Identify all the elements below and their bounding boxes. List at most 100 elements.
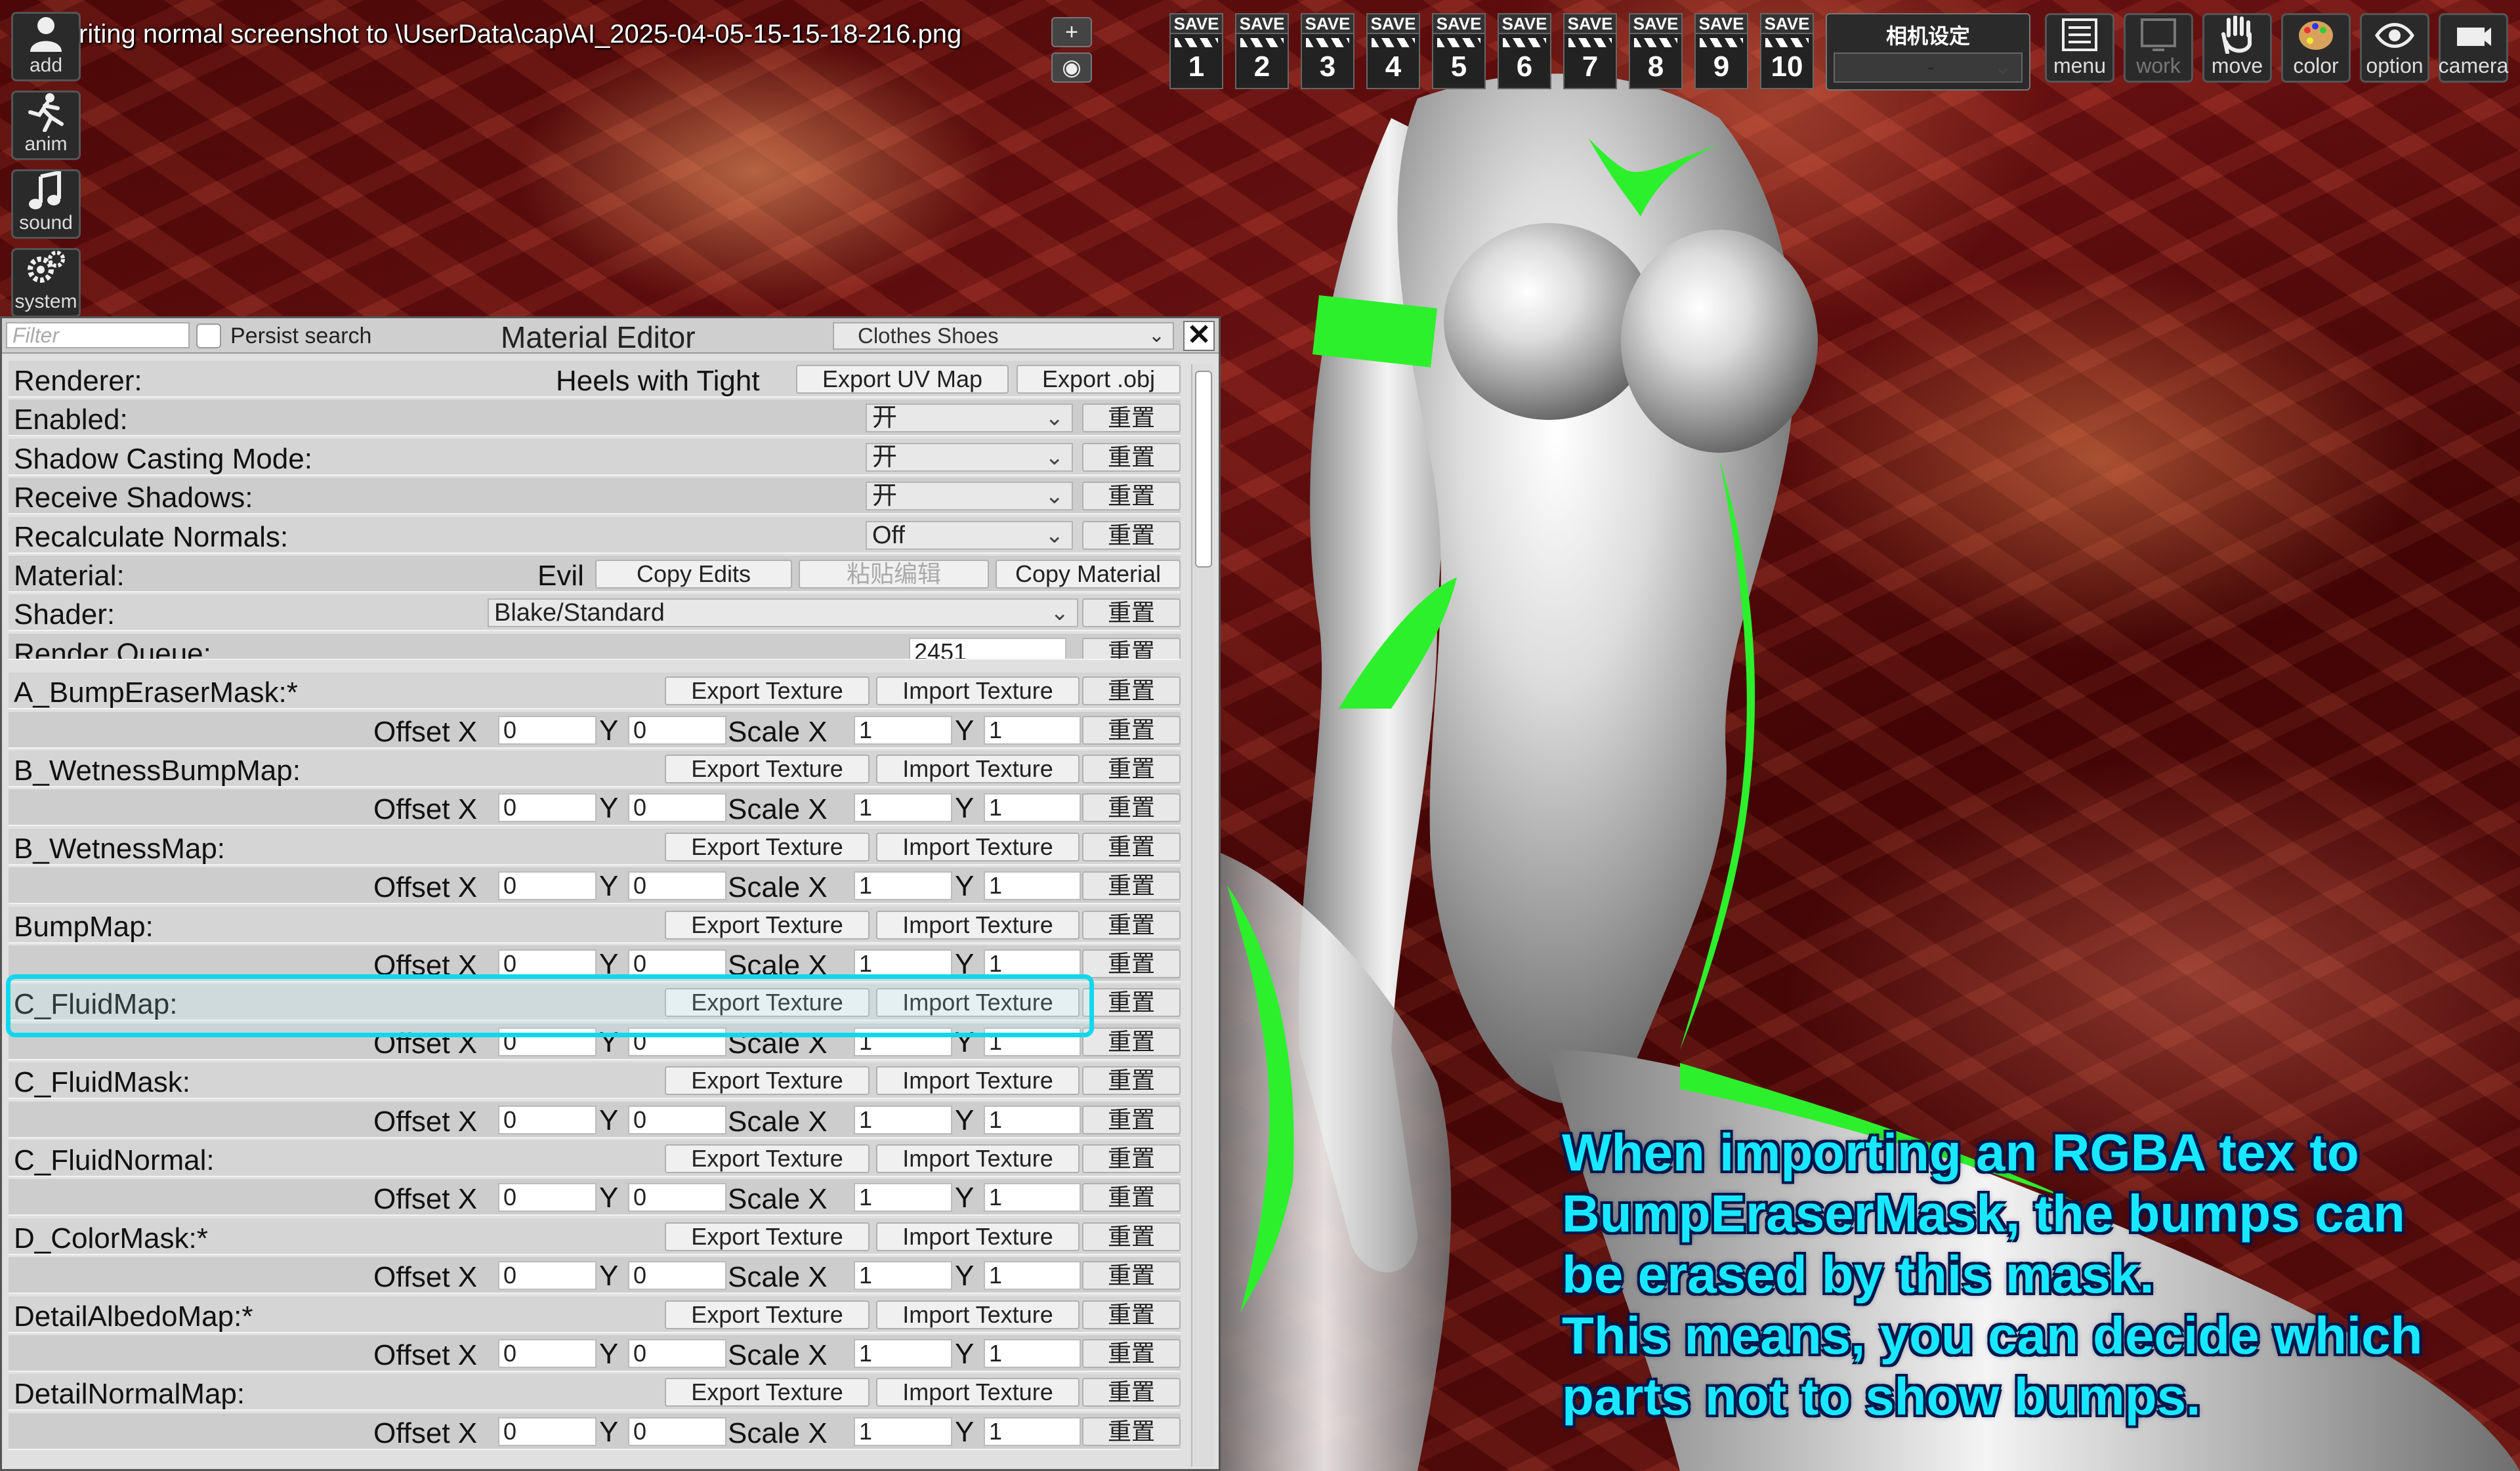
offset-x-input[interactable]: 0: [498, 1261, 597, 1291]
reset-button[interactable]: 重置: [1082, 520, 1181, 550]
scrollbar-thumb[interactable]: [1195, 371, 1212, 568]
reset-button[interactable]: 重置: [1082, 1300, 1181, 1329]
export-texture-button[interactable]: Export Texture: [665, 1222, 870, 1251]
offset-y-input[interactable]: 0: [628, 1417, 726, 1446]
clapperboard-icon[interactable]: 4: [1366, 34, 1420, 89]
save-label[interactable]: SAVE: [1629, 13, 1683, 34]
save-label[interactable]: SAVE: [1498, 13, 1551, 34]
import-texture-button[interactable]: Import Texture: [876, 755, 1080, 783]
system-button[interactable]: system: [11, 248, 81, 318]
offset-y-input[interactable]: 0: [628, 1261, 726, 1291]
import-texture-button[interactable]: Import Texture: [876, 910, 1080, 940]
export-texture-button[interactable]: Export Texture: [665, 676, 870, 706]
reset-button[interactable]: 重置: [1082, 1183, 1181, 1212]
save-slot-4[interactable]: SAVE 4: [1366, 13, 1420, 91]
reset-button[interactable]: 重置: [1082, 832, 1181, 861]
save-label[interactable]: SAVE: [1694, 13, 1748, 34]
reset-button[interactable]: 重置: [1082, 637, 1181, 659]
anim-button[interactable]: anim: [11, 91, 81, 160]
reset-button[interactable]: 重置: [1082, 910, 1181, 940]
save-label[interactable]: SAVE: [1432, 13, 1486, 34]
save-slot-8[interactable]: SAVE 8: [1629, 13, 1683, 91]
scale-y-input[interactable]: 1: [984, 871, 1081, 901]
reset-button[interactable]: 重置: [1082, 404, 1181, 433]
scale-x-input[interactable]: 1: [854, 1339, 952, 1368]
scale-x-input[interactable]: 1: [854, 1261, 952, 1291]
clapperboard-icon[interactable]: 10: [1760, 34, 1814, 89]
reset-button[interactable]: 重置: [1082, 1378, 1181, 1407]
scale-y-input[interactable]: 1: [984, 1417, 1081, 1446]
menu-button[interactable]: menu: [2045, 13, 2114, 83]
reset-button[interactable]: 重置: [1082, 1417, 1181, 1446]
export-texture-button[interactable]: Export Texture: [665, 910, 870, 940]
save-slot-2[interactable]: SAVE 2: [1235, 13, 1289, 91]
reset-button[interactable]: 重置: [1082, 1105, 1181, 1134]
reset-button[interactable]: 重置: [1082, 1066, 1181, 1096]
scale-x-input[interactable]: 1: [854, 1105, 952, 1134]
offset-x-input[interactable]: 0: [498, 1183, 597, 1212]
offset-x-input[interactable]: 0: [498, 871, 597, 901]
offset-y-input[interactable]: 0: [628, 871, 726, 901]
close-button[interactable]: ✕: [1183, 321, 1215, 351]
clapperboard-icon[interactable]: 3: [1301, 34, 1354, 89]
save-label[interactable]: SAVE: [1563, 13, 1617, 34]
scale-y-input[interactable]: 1: [984, 1105, 1081, 1134]
reset-button[interactable]: 重置: [1082, 598, 1181, 628]
import-texture-button[interactable]: Import Texture: [876, 1066, 1080, 1096]
import-texture-button[interactable]: Import Texture: [876, 1222, 1080, 1251]
copy-material-button[interactable]: Copy Material: [996, 560, 1181, 589]
property-select[interactable]: 开 ⌄: [866, 404, 1073, 433]
reset-button[interactable]: 重置: [1082, 482, 1181, 511]
export-texture-button[interactable]: Export Texture: [665, 1378, 870, 1407]
reset-button[interactable]: 重置: [1082, 1027, 1181, 1056]
export-texture-button[interactable]: Export Texture: [665, 755, 870, 783]
save-slot-5[interactable]: SAVE 5: [1432, 13, 1486, 91]
reset-button[interactable]: 重置: [1082, 949, 1181, 978]
clapperboard-icon[interactable]: 9: [1694, 34, 1748, 89]
filter-input[interactable]: Filter: [6, 322, 190, 348]
color-button[interactable]: color: [2281, 13, 2351, 83]
visibility-toggle-button[interactable]: ◉: [1051, 52, 1092, 83]
clapperboard-icon[interactable]: 5: [1432, 34, 1486, 89]
export-uv-map-button[interactable]: Export UV Map: [796, 365, 1009, 394]
offset-x-input[interactable]: 0: [498, 715, 597, 745]
reset-button[interactable]: 重置: [1082, 1261, 1181, 1291]
save-slot-10[interactable]: SAVE 10: [1760, 13, 1814, 91]
property-select[interactable]: Off ⌄: [866, 520, 1073, 550]
save-slot-6[interactable]: SAVE 6: [1498, 13, 1551, 91]
sound-button[interactable]: sound: [11, 169, 81, 239]
camera-button[interactable]: camera: [2439, 13, 2508, 83]
scale-y-input[interactable]: 1: [984, 715, 1081, 745]
offset-y-input[interactable]: 0: [628, 793, 726, 823]
copy-edits-button[interactable]: Copy Edits: [595, 560, 792, 589]
scale-x-input[interactable]: 1: [854, 793, 952, 823]
reset-button[interactable]: 重置: [1082, 871, 1181, 901]
reset-button[interactable]: 重置: [1082, 1144, 1181, 1173]
work-button[interactable]: work: [2124, 13, 2193, 83]
scale-y-input[interactable]: 1: [984, 793, 1081, 823]
import-texture-button[interactable]: Import Texture: [876, 1300, 1080, 1329]
save-label[interactable]: SAVE: [1169, 13, 1223, 34]
reset-button[interactable]: 重置: [1082, 715, 1181, 745]
import-texture-button[interactable]: Import Texture: [876, 1378, 1080, 1407]
object-select[interactable]: Clothes Shoes ⌄: [833, 322, 1174, 350]
option-button[interactable]: option: [2360, 13, 2429, 83]
reset-button[interactable]: 重置: [1082, 1222, 1181, 1251]
scale-y-input[interactable]: 1: [984, 1339, 1081, 1368]
export-obj-button[interactable]: Export .obj: [1017, 365, 1181, 394]
export-texture-button[interactable]: Export Texture: [665, 832, 870, 861]
property-select[interactable]: 开 ⌄: [866, 442, 1073, 472]
offset-y-input[interactable]: 0: [628, 715, 726, 745]
shader-select[interactable]: Blake/Standard ⌄: [488, 598, 1078, 628]
import-texture-button[interactable]: Import Texture: [876, 832, 1080, 861]
export-texture-button[interactable]: Export Texture: [665, 1066, 870, 1096]
clapperboard-icon[interactable]: 6: [1498, 34, 1551, 89]
paste-edits-button[interactable]: 粘贴编辑: [799, 560, 989, 589]
export-texture-button[interactable]: Export Texture: [665, 1144, 870, 1173]
offset-x-input[interactable]: 0: [498, 793, 597, 823]
reset-button[interactable]: 重置: [1082, 442, 1181, 472]
save-label[interactable]: SAVE: [1366, 13, 1420, 34]
camera-setting-select[interactable]: - ⌄: [1834, 52, 2023, 83]
offset-y-input[interactable]: 0: [628, 1183, 726, 1212]
scale-x-input[interactable]: 1: [854, 1183, 952, 1212]
